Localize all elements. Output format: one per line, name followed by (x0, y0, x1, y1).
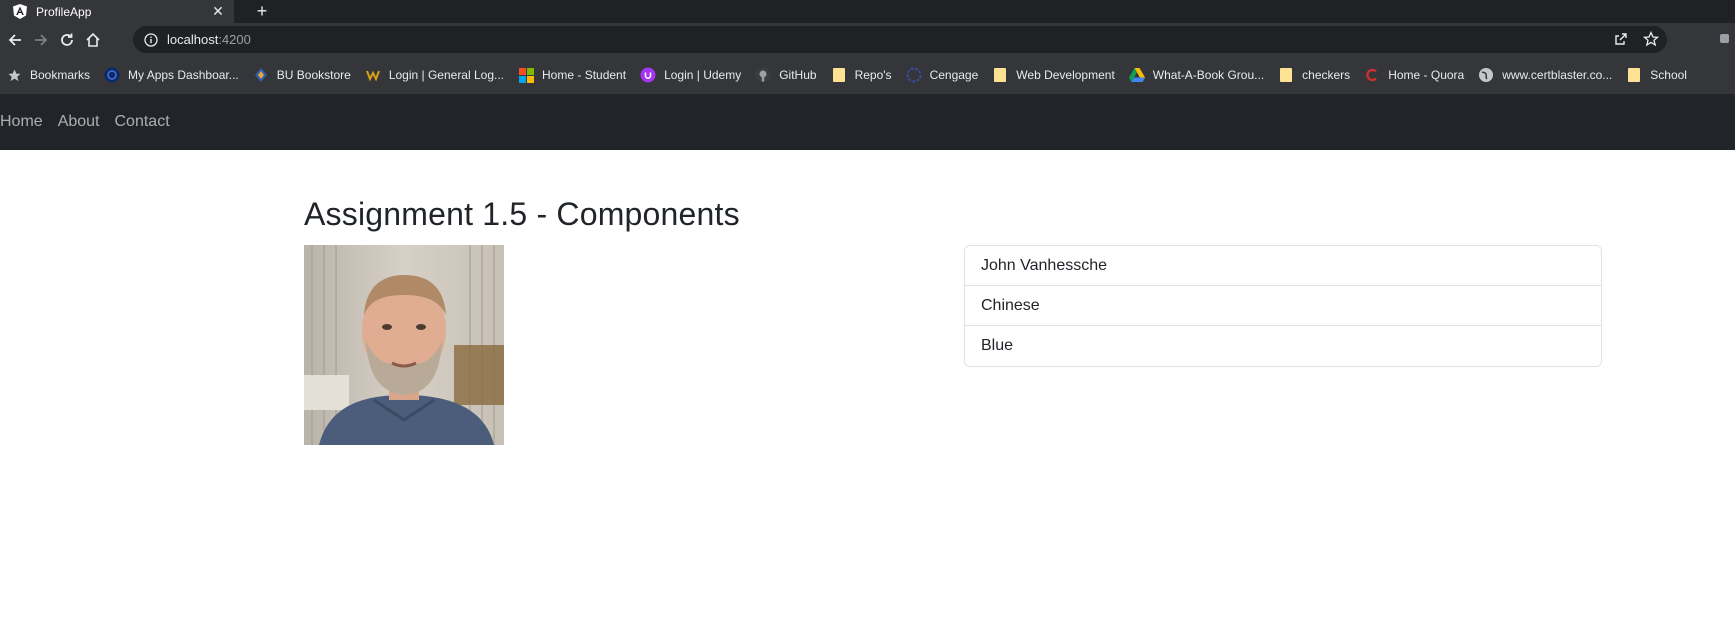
bookmark-label: School (1650, 68, 1687, 82)
bookmark-repos[interactable]: Repo's (831, 67, 892, 83)
share-icon[interactable] (1613, 31, 1629, 52)
bookmark-label: checkers (1302, 68, 1351, 82)
nav-link-about[interactable]: About (58, 113, 100, 131)
list-item-food: Chinese (965, 286, 1601, 326)
bookmark-label: Home - Quora (1388, 68, 1465, 82)
list-item-color: Blue (965, 326, 1601, 366)
home-icon[interactable] (82, 29, 104, 51)
main-content: Assignment 1.5 - Components John Vanhess… (0, 150, 1735, 639)
url-port: :4200 (218, 32, 251, 47)
nav-link-contact[interactable]: Contact (115, 113, 170, 131)
bookmark-label: Repo's (854, 68, 892, 82)
bookmark-label: My Apps Dashboar... (128, 68, 239, 82)
angular-icon (12, 4, 28, 20)
browser-tab-strip: ProfileApp ✕ + (0, 0, 1735, 23)
bookmark-label: www.certblaster.co... (1502, 68, 1613, 82)
profile-details-list: John Vanhessche Chinese Blue (964, 245, 1602, 367)
forward-arrow-icon[interactable] (30, 29, 52, 51)
bookmark-home-student[interactable]: Home - Student (518, 67, 626, 83)
extensions-icon[interactable] (1719, 31, 1733, 45)
login-icon (365, 67, 381, 83)
bookmark-my-apps-dashboard[interactable]: My Apps Dashboar... (104, 67, 239, 83)
bookmark-label: Home - Student (542, 68, 627, 82)
address-bar[interactable]: localhost:4200 (133, 26, 1667, 53)
bookmark-label: What-A-Book Grou... (1152, 68, 1265, 82)
folder-icon (1278, 67, 1294, 83)
new-tab-icon[interactable]: + (252, 0, 272, 23)
bookmark-label: Cengage (929, 68, 979, 82)
close-tab-icon[interactable]: ✕ (210, 3, 226, 20)
url-text: localhost:4200 (167, 32, 251, 47)
browser-tab[interactable]: ProfileApp ✕ (0, 0, 234, 23)
back-arrow-icon[interactable] (4, 29, 26, 51)
globe-icon (1478, 67, 1494, 83)
bookmark-udemy[interactable]: Login | Udemy (640, 67, 741, 83)
github-icon (755, 67, 771, 83)
bookstore-icon (253, 67, 269, 83)
folder-icon (992, 67, 1008, 83)
bookmark-web-development[interactable]: Web Development (992, 67, 1115, 83)
profile-photo (304, 245, 504, 445)
udemy-icon (640, 67, 656, 83)
nav-link-home[interactable]: Home (0, 113, 43, 131)
bookmark-checkers[interactable]: checkers (1278, 67, 1350, 83)
list-item-name: John Vanhessche (965, 246, 1601, 286)
microsoft-icon (518, 67, 534, 83)
folder-icon (831, 67, 847, 83)
bookmark-certblaster[interactable]: www.certblaster.co... (1478, 67, 1612, 83)
bookmark-bu-bookstore[interactable]: BU Bookstore (253, 67, 351, 83)
star-icon (6, 67, 22, 83)
folder-icon (1626, 67, 1642, 83)
tab-title: ProfileApp (36, 4, 92, 19)
url-host: localhost (167, 32, 219, 47)
bookmark-label: Login | General Log... (388, 68, 505, 82)
google-drive-icon (1128, 67, 1145, 83)
bookmark-bookmarks[interactable]: Bookmarks (6, 67, 90, 83)
bookmark-label: Login | Udemy (664, 68, 742, 82)
bookmark-cengage[interactable]: Cengage (906, 67, 979, 83)
apps-dashboard-icon (104, 67, 120, 83)
bookmark-star-icon[interactable] (1642, 30, 1660, 52)
bookmark-label: GitHub (779, 68, 817, 82)
bookmark-label: Bookmarks (30, 68, 91, 82)
bookmark-github[interactable]: GitHub (755, 67, 817, 83)
browser-toolbar: localhost:4200 (0, 23, 1735, 56)
page-title: Assignment 1.5 - Components (304, 196, 740, 232)
quora-icon (1364, 67, 1380, 83)
bookmark-login-general[interactable]: Login | General Log... (365, 67, 504, 83)
reload-icon[interactable] (56, 29, 78, 51)
bookmark-label: BU Bookstore (276, 68, 351, 82)
bookmark-what-a-book[interactable]: What-A-Book Grou... (1128, 67, 1265, 83)
bookmarks-bar: Bookmarks My Apps Dashboar... BU Booksto… (0, 56, 1735, 94)
bookmark-label: Web Development (1016, 68, 1115, 82)
app-navbar: Home About Contact (0, 94, 1735, 150)
cengage-icon (906, 67, 922, 83)
site-info-icon[interactable] (143, 32, 159, 48)
bookmark-quora[interactable]: Home - Quora (1364, 67, 1464, 83)
bookmark-school[interactable]: School (1626, 67, 1687, 83)
